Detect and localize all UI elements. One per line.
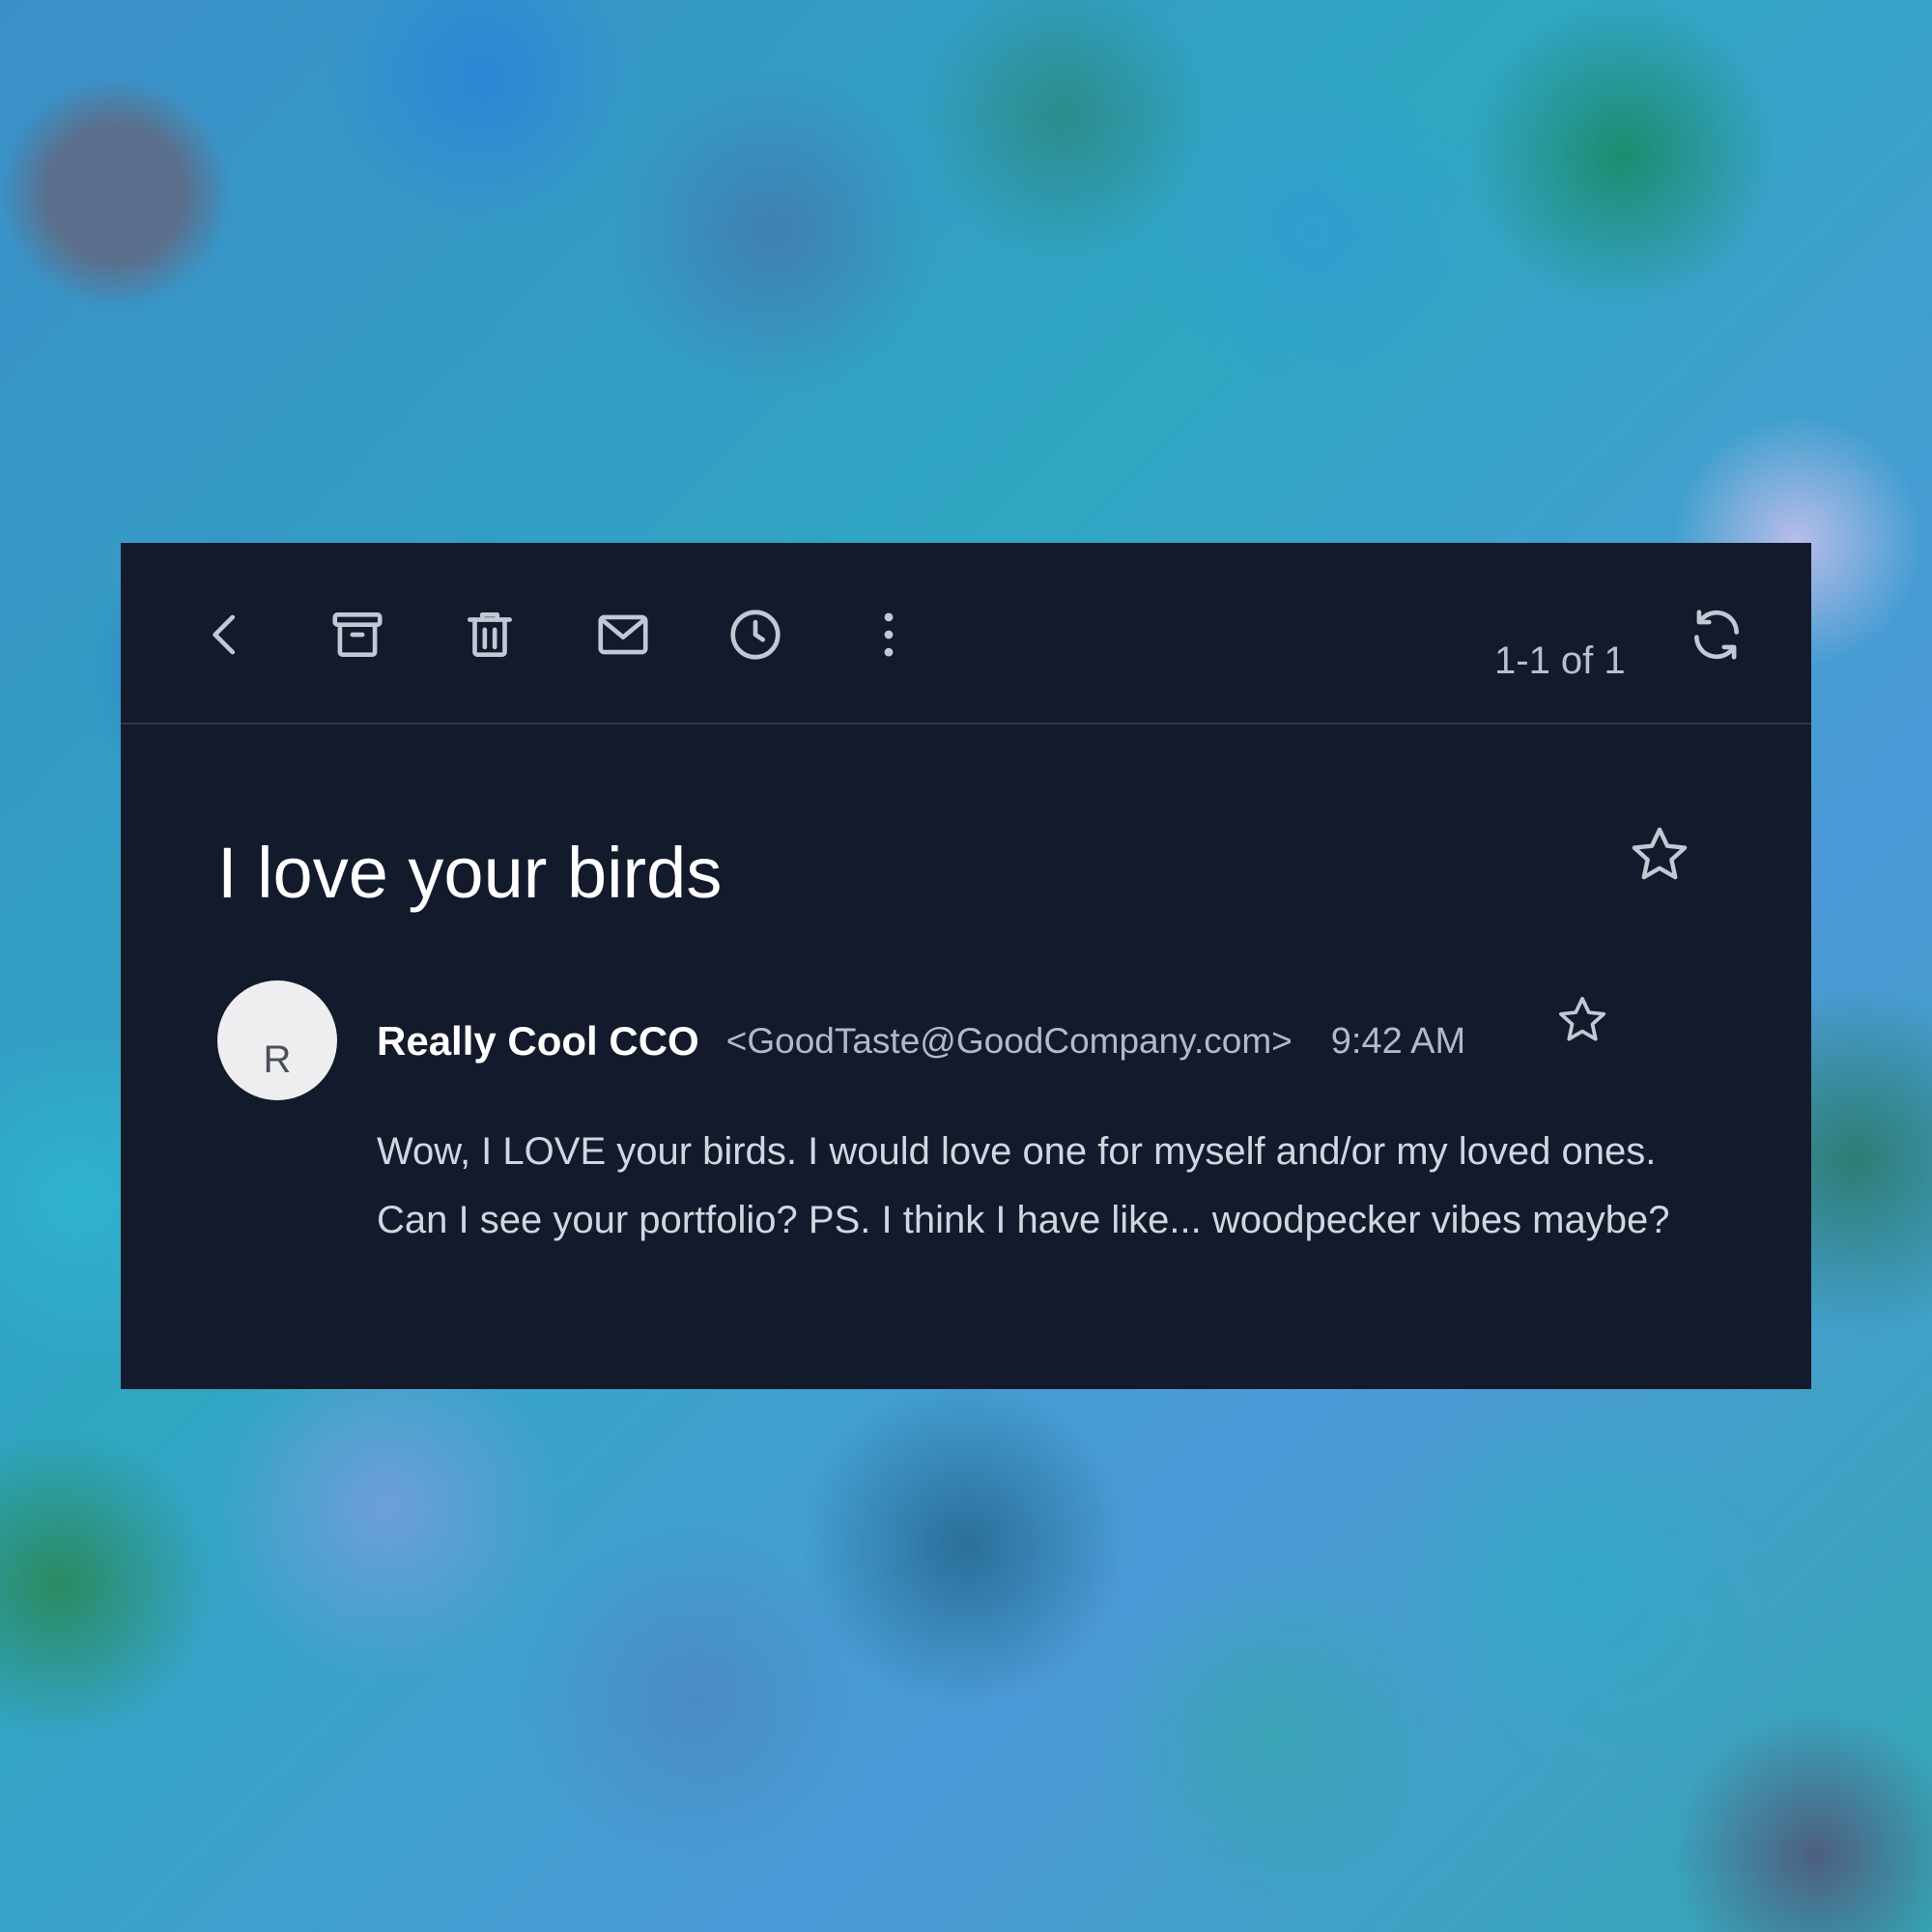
- more-options-button[interactable]: [855, 601, 923, 668]
- email-subject: I love your birds: [217, 833, 723, 913]
- star-outline-icon: [1632, 827, 1688, 880]
- more-vertical-icon: [884, 612, 894, 657]
- mark-unread-button[interactable]: [589, 601, 657, 668]
- email-body: Wow, I LOVE your birds. I would love one…: [377, 1130, 1670, 1241]
- trash-icon: [468, 612, 512, 657]
- star-outline-icon: [1558, 996, 1606, 1041]
- mail-icon: [598, 614, 648, 655]
- email-view-panel: 1-1 of 1 I love your birds R Really Cool…: [121, 543, 1811, 1389]
- sender-email: <GoodTaste@GoodCompany.com>: [725, 1021, 1293, 1061]
- avatar-initial: R: [263, 1038, 292, 1081]
- chevron-left-icon: [213, 614, 236, 655]
- refresh-button[interactable]: [1683, 601, 1750, 668]
- sender-avatar[interactable]: R: [217, 980, 337, 1100]
- star-thread-button[interactable]: [1628, 823, 1691, 887]
- sender-name[interactable]: Really Cool CCO: [377, 1018, 699, 1065]
- sender-line: Really Cool CCO <GoodTaste@GoodCompany.c…: [377, 1014, 1465, 1068]
- clock-icon: [730, 610, 781, 660]
- sent-time: 9:42 AM: [1330, 1020, 1466, 1062]
- delete-button[interactable]: [456, 601, 524, 668]
- refresh-icon: [1694, 610, 1739, 660]
- archive-icon: [332, 612, 383, 657]
- archive-button[interactable]: [324, 601, 391, 668]
- star-message-button[interactable]: [1555, 993, 1609, 1047]
- back-button[interactable]: [191, 601, 259, 668]
- email-toolbar: 1-1 of 1: [121, 543, 1811, 724]
- snooze-button[interactable]: [722, 601, 789, 668]
